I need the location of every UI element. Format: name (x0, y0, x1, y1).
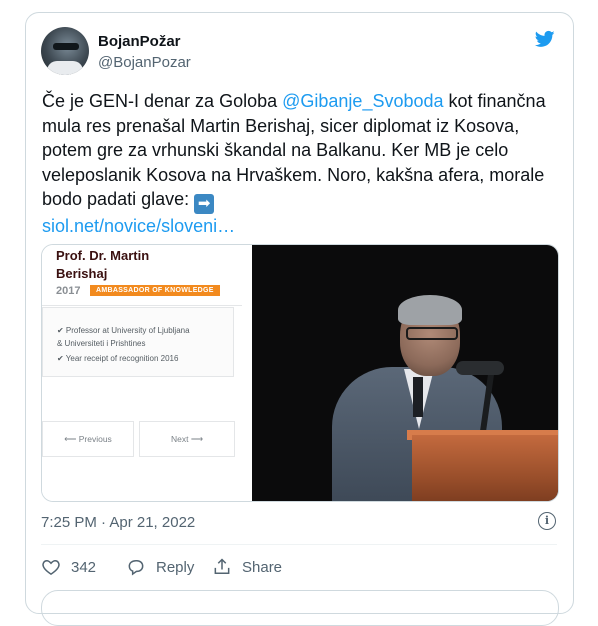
avatar-shirt (47, 61, 83, 75)
heart-icon (42, 559, 60, 575)
award-year: 2017 (56, 285, 81, 297)
reply-icon (128, 560, 144, 576)
tweet-text: Če je GEN-I denar za Goloba @Gibanje_Svo… (42, 89, 557, 239)
info-line: & Universiteti i Prishtines (57, 339, 146, 348)
mention-link[interactable]: @Gibanje_Svoboda (282, 91, 443, 111)
author-display-name[interactable]: BojanPožar (98, 33, 181, 50)
tweet-timestamp[interactable]: 7:25 PM · Apr 21, 2022 (41, 514, 195, 531)
avatar-glasses (53, 43, 79, 50)
like-button[interactable]: 342 (41, 555, 96, 579)
article-link[interactable]: siol.net/novice/sloveni… (42, 216, 235, 236)
profile-info-box: ✔ Professor at University of Ljubljana &… (42, 307, 234, 377)
profile-title: Prof. Dr. Martin Berishaj (56, 247, 149, 283)
info-line: ✔ Year receipt of recognition 2016 (57, 354, 179, 363)
author-avatar[interactable] (41, 27, 89, 75)
like-count: 342 (71, 558, 97, 576)
speaker-photo (252, 245, 558, 501)
info-icon[interactable]: i (538, 512, 556, 530)
right-arrow-emoji-icon: ➡ (194, 194, 215, 214)
twitter-logo-icon[interactable] (533, 29, 557, 49)
photo-glasses (406, 327, 458, 340)
reply-label: Reply (156, 558, 195, 576)
photo-hair (398, 295, 462, 325)
media-screenshot-panel: Prof. Dr. Martin Berishaj 2017 AMBASSADO… (42, 245, 252, 501)
microphone-icon (456, 361, 504, 375)
award-badge: AMBASSADOR OF KNOWLEDGE (90, 285, 220, 296)
photo-tie (413, 377, 423, 417)
share-button[interactable]: Share (212, 555, 282, 579)
reply-button[interactable]: Reply (126, 555, 194, 579)
tweet-card: BojanPožar @BojanPozar Če je GEN-I denar… (25, 12, 574, 626)
share-icon (214, 558, 230, 574)
author-handle[interactable]: @BojanPozar (98, 54, 191, 71)
photo-podium (412, 435, 558, 501)
share-label: Share (242, 558, 283, 576)
divider (42, 305, 242, 306)
tweet-text-part: Če je GEN-I denar za Goloba (42, 91, 283, 111)
read-replies-button[interactable] (41, 590, 559, 626)
profile-title-line: Berishaj (56, 266, 108, 281)
profile-title-line: Prof. Dr. Martin (56, 248, 150, 263)
divider (41, 544, 557, 545)
info-line: ✔ Professor at University of Ljubljana (57, 326, 190, 335)
previous-nav: ⟵ Previous (42, 421, 134, 457)
next-nav: Next ⟶ (139, 421, 235, 457)
tweet-media[interactable]: Prof. Dr. Martin Berishaj 2017 AMBASSADO… (41, 244, 559, 502)
